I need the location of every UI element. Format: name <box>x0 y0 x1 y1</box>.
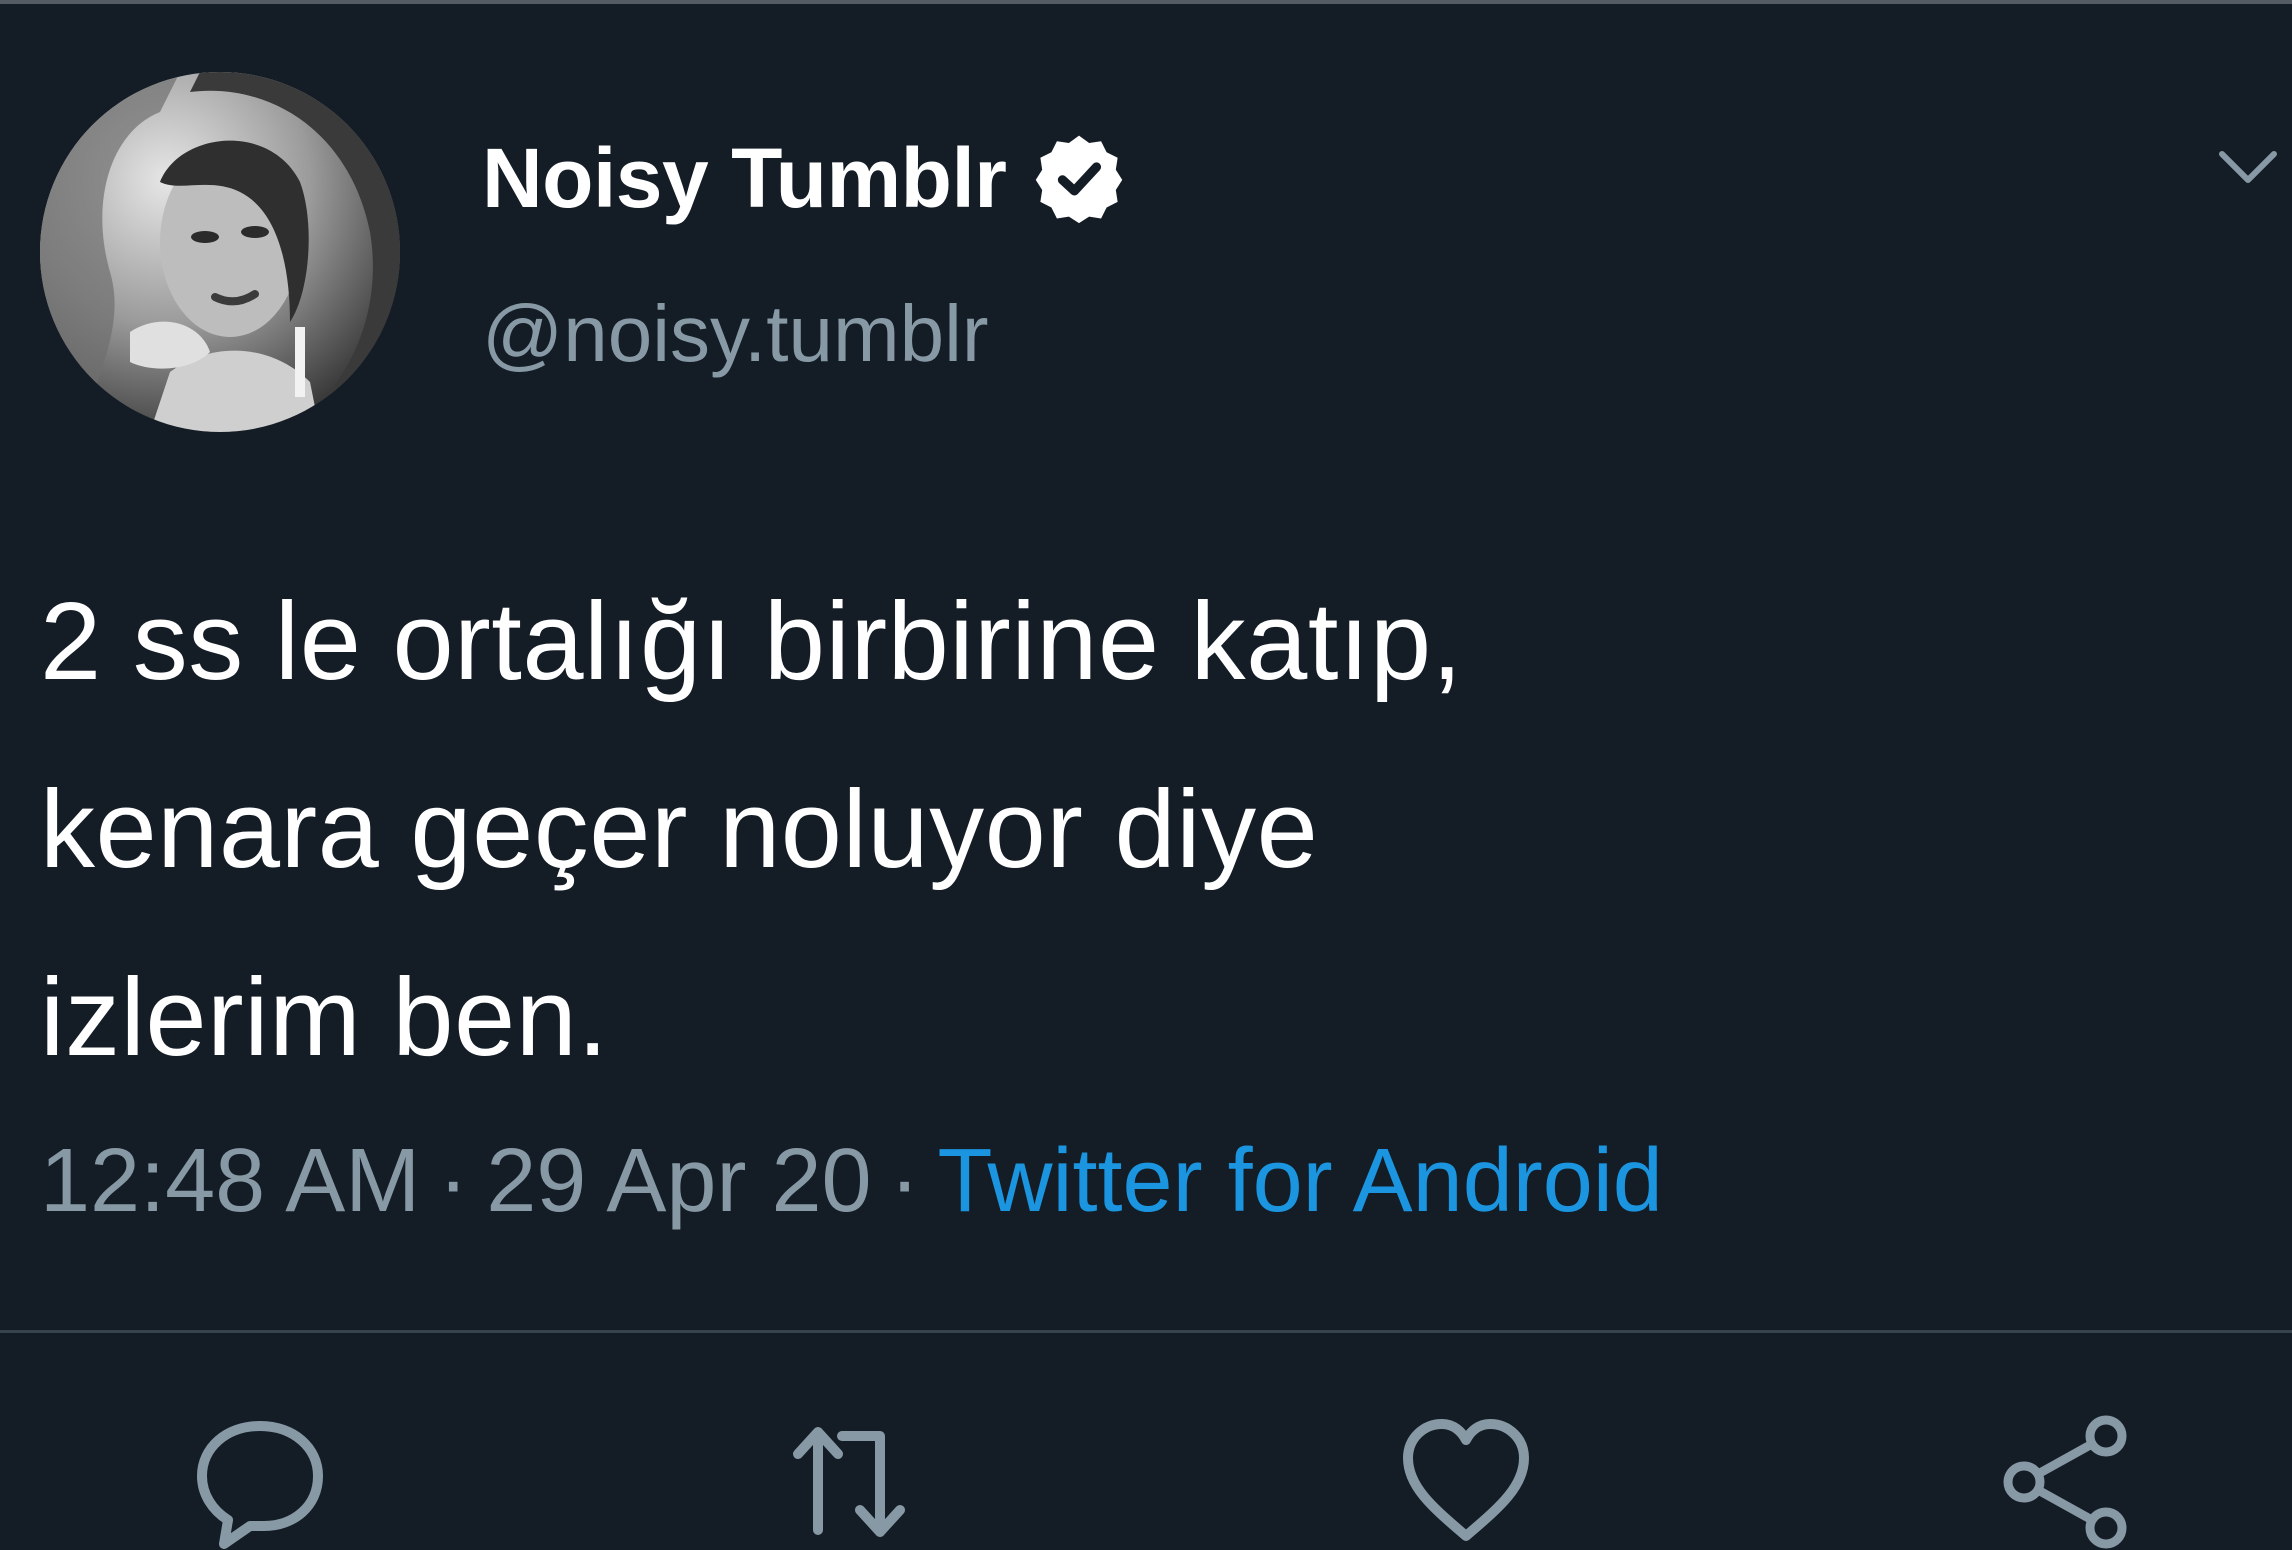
tweet-text: 2 ss le ortalığı birbirine katıp, kenara… <box>40 548 2140 1112</box>
avatar[interactable] <box>40 72 400 432</box>
reply-button[interactable] <box>190 1410 330 1550</box>
like-button[interactable] <box>1396 1410 1536 1550</box>
meta-separator: · <box>889 1131 920 1231</box>
tweet-meta: 12:48 AM · 29 Apr 20 · Twitter for Andro… <box>40 1130 1663 1233</box>
action-bar <box>0 1410 2292 1549</box>
divider <box>0 1330 2292 1333</box>
tweet-text-line: kenara geçer noluyor diye <box>40 768 1319 891</box>
reply-icon <box>197 1421 323 1549</box>
meta-separator: · <box>438 1131 469 1231</box>
author-handle[interactable]: @noisy.tumblr <box>482 288 989 380</box>
author-name-row[interactable]: Noisy Tumblr <box>482 128 1125 228</box>
tweet-card: Noisy Tumblr @noisy.tumblr 2 ss le ortal… <box>0 0 2292 1549</box>
retweet-icon <box>793 1427 905 1537</box>
tweet-date[interactable]: 29 Apr 20 <box>486 1130 871 1233</box>
verified-badge-icon <box>1035 135 1122 224</box>
chevron-down-icon[interactable] <box>2216 146 2280 190</box>
retweet-button[interactable] <box>780 1410 920 1550</box>
tweet-time[interactable]: 12:48 AM <box>40 1130 420 1233</box>
tweet-text-line: 2 ss le ortalığı birbirine katıp, <box>40 580 1463 703</box>
tweet-source-link[interactable]: Twitter for Android <box>938 1130 1663 1233</box>
share-button[interactable] <box>1998 1410 2138 1550</box>
author-name[interactable]: Noisy Tumblr <box>482 130 1007 227</box>
heart-icon <box>1403 1419 1529 1541</box>
share-icon <box>2003 1415 2127 1549</box>
profile-photo-icon <box>40 72 400 432</box>
tweet-text-line: izlerim ben. <box>40 956 609 1079</box>
